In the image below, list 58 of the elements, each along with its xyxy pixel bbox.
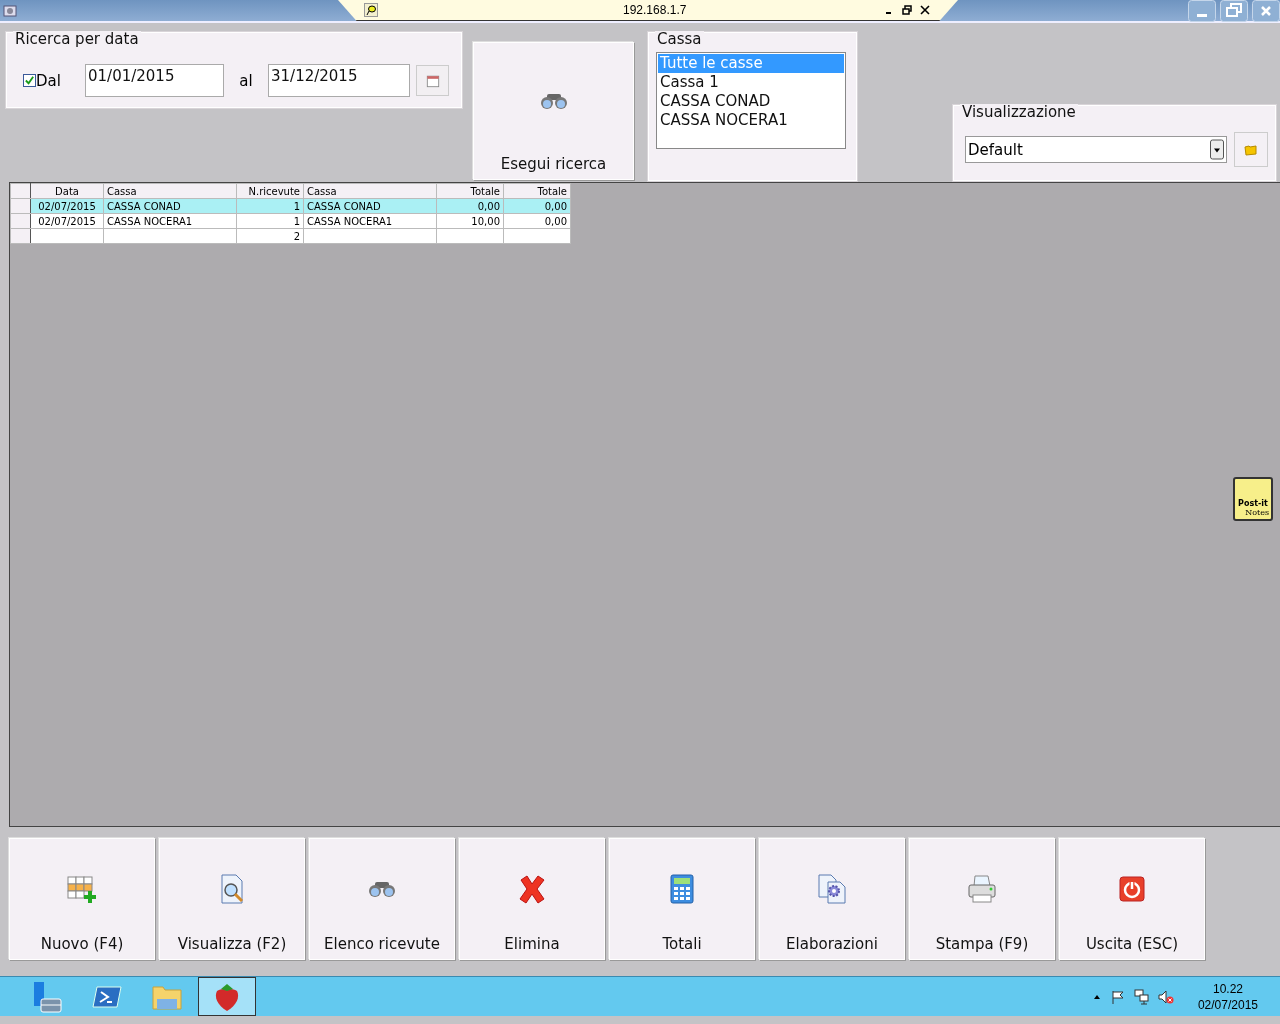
- action-button[interactable]: Elimina: [459, 838, 605, 960]
- table-row[interactable]: 2: [10, 228, 571, 244]
- server-manager-icon: [31, 980, 63, 1013]
- app-icon: [2, 2, 18, 19]
- printer-icon: [966, 873, 998, 905]
- table-cell: CASSA NOCERA1: [303, 213, 437, 229]
- cassa-list-item[interactable]: Cassa 1: [658, 73, 844, 92]
- table-row[interactable]: 02/07/2015 CASSA NOCERA1 1 CASSA NOCERA1 10,00 0,00: [10, 213, 571, 229]
- binoculars-icon: [366, 879, 398, 899]
- view-dropdown[interactable]: Default: [965, 136, 1227, 163]
- panel-title: Visualizzazione: [960, 104, 1078, 120]
- column-header[interactable]: Data: [30, 183, 104, 199]
- column-header[interactable]: Totale: [436, 183, 504, 199]
- table-cell: 2: [236, 228, 304, 244]
- document-gear-icon: [816, 873, 848, 905]
- clock-date[interactable]: 02/07/2015: [1197, 996, 1258, 1013]
- action-button[interactable]: Uscita (ESC): [1059, 838, 1205, 960]
- restore-icon[interactable]: [902, 5, 912, 15]
- table-cell: 02/07/2015: [30, 213, 104, 229]
- table-cell: 1: [236, 213, 304, 229]
- action-button[interactable]: Stampa (F9): [909, 838, 1055, 960]
- checkbox[interactable]: [23, 74, 36, 87]
- date-to-field[interactable]: 31/12/2015: [268, 64, 410, 97]
- table-cell: 0,00: [503, 213, 571, 229]
- close-icon[interactable]: [920, 5, 930, 15]
- network-icon[interactable]: [1133, 988, 1150, 1005]
- strawberry-taskbar-button[interactable]: [198, 977, 256, 1016]
- post-it-notes-icon[interactable]: Post-it Notes: [1233, 477, 1273, 521]
- host-address: 192.168.1.7: [623, 3, 687, 17]
- search-button[interactable]: Esegui ricerca: [473, 42, 634, 180]
- flag-icon[interactable]: [1109, 988, 1126, 1005]
- checkbox-label: Dal: [36, 71, 61, 90]
- date-to-label: al: [238, 71, 254, 90]
- calendar-icon: [425, 73, 440, 88]
- cassa-list-item[interactable]: CASSA NOCERA1: [658, 111, 844, 130]
- action-button[interactable]: Nuovo (F4): [9, 838, 155, 960]
- calendar-button[interactable]: [416, 65, 449, 96]
- column-header[interactable]: N.ricevute: [236, 183, 304, 199]
- muted-speaker-icon[interactable]: [1157, 988, 1174, 1005]
- column-header[interactable]: Cassa: [303, 183, 437, 199]
- grid-plus-icon: [66, 873, 98, 905]
- action-button[interactable]: Visualizza (F2): [159, 838, 305, 960]
- action-button[interactable]: Totali: [609, 838, 755, 960]
- column-header[interactable]: Cassa: [103, 183, 237, 199]
- action-button[interactable]: Elenco ricevute: [309, 838, 455, 960]
- pin-icon[interactable]: [364, 3, 378, 17]
- action-button[interactable]: Elaborazioni: [759, 838, 905, 960]
- power-icon: [1116, 873, 1148, 905]
- panel-title: Ricerca per data: [13, 31, 141, 47]
- panel-title: Cassa: [655, 31, 704, 47]
- column-header[interactable]: Totale: [503, 183, 571, 199]
- table-cell: CASSA NOCERA1: [103, 213, 237, 229]
- clock-time[interactable]: 10.22: [1212, 980, 1243, 997]
- table-cell: 10,00: [436, 213, 504, 229]
- table-row[interactable]: 02/07/2015 CASSA CONAD 1 CASSA CONAD 0,00 0,00: [10, 198, 571, 214]
- cassa-list-item[interactable]: CASSA CONAD: [658, 92, 844, 111]
- date-from-field[interactable]: 01/01/2015: [85, 64, 224, 97]
- table-corner[interactable]: [10, 183, 31, 199]
